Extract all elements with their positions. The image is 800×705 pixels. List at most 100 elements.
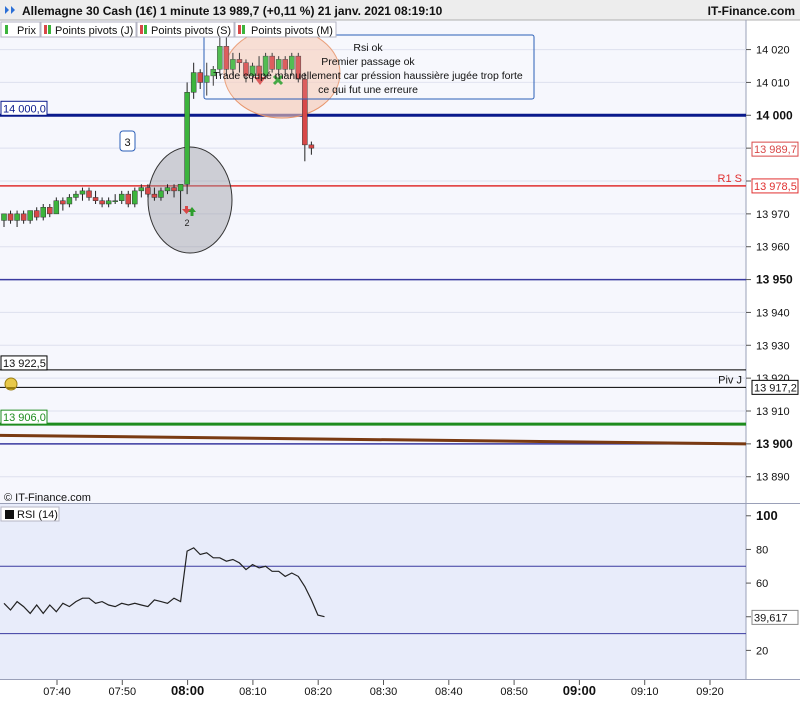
time-tick-label: 08:30 bbox=[370, 686, 398, 698]
candle-body bbox=[145, 187, 151, 195]
price-y-tick-label: 13 900 bbox=[756, 437, 793, 451]
candle-body bbox=[138, 187, 145, 192]
rsi-color-swatch bbox=[5, 510, 14, 519]
candle-body bbox=[171, 187, 177, 192]
candle-body bbox=[27, 210, 33, 221]
tab-label: Points pivots (J) bbox=[55, 25, 133, 37]
candle-body bbox=[60, 200, 66, 205]
candle-body bbox=[308, 144, 315, 149]
chart-window: Allemagne 30 Cash (1€) 1 minute 13 989,7… bbox=[0, 0, 800, 700]
level-label: R1 S bbox=[718, 173, 742, 185]
level-tag-value: 13 922,5 bbox=[3, 358, 46, 370]
candle-body bbox=[47, 207, 53, 215]
time-tick-label: 09:00 bbox=[563, 683, 596, 698]
candle-body bbox=[197, 72, 203, 83]
candle-body bbox=[14, 213, 20, 221]
bell-icon[interactable] bbox=[4, 377, 18, 391]
price-y-tick-label: 14 010 bbox=[756, 77, 790, 89]
candle-icon bbox=[242, 25, 245, 34]
candle-body bbox=[177, 184, 184, 192]
rsi-y-tick-label: 100 bbox=[756, 508, 778, 523]
candle-body bbox=[92, 197, 99, 201]
price-y-tick-label: 13 970 bbox=[756, 209, 790, 221]
time-tick-label: 07:50 bbox=[109, 686, 137, 698]
time-tick-label: 08:00 bbox=[171, 683, 204, 698]
candle-icon bbox=[48, 25, 51, 34]
tab-points-pivots-j[interactable]: Points pivots (J) bbox=[40, 21, 137, 38]
candle-body bbox=[112, 200, 118, 202]
candle-body bbox=[1, 213, 7, 221]
time-tick-label: 09:20 bbox=[696, 686, 724, 698]
copyright-label: © IT-Finance.com bbox=[4, 492, 91, 504]
candle-body bbox=[164, 187, 171, 192]
rsi-last-value: 39,617 bbox=[754, 612, 788, 624]
level-tag-value: 13 978,5 bbox=[754, 181, 797, 193]
level-tag-value: 13 906,0 bbox=[3, 412, 46, 424]
candle-body bbox=[79, 190, 86, 195]
tab-points-pivots-m[interactable]: Points pivots (M) bbox=[234, 21, 337, 38]
candle-body bbox=[125, 193, 132, 205]
price-y-tick-label: 13 960 bbox=[756, 242, 790, 254]
candle-icon bbox=[144, 25, 147, 34]
candle-body bbox=[66, 197, 73, 205]
candle-body bbox=[33, 210, 40, 218]
time-tick-label: 08:50 bbox=[500, 686, 528, 698]
marker-label-2: 2 bbox=[184, 218, 189, 228]
price-y-tick-label: 13 940 bbox=[756, 307, 790, 319]
tab-label: Prix bbox=[17, 25, 36, 37]
chart-title: Allemagne 30 Cash (1€) 1 minute 13 989,7… bbox=[22, 4, 443, 18]
time-tick-label: 09:10 bbox=[631, 686, 659, 698]
tab-points-pivots-s[interactable]: Points pivots (S) bbox=[136, 21, 235, 38]
time-tick-label: 08:20 bbox=[304, 686, 332, 698]
price-y-tick-label: 14 020 bbox=[756, 45, 790, 57]
candle-body bbox=[99, 200, 105, 205]
candle-body bbox=[20, 213, 27, 221]
candle-body bbox=[132, 190, 138, 205]
time-tick-label: 07:40 bbox=[43, 686, 71, 698]
brand-label: IT-Finance.com bbox=[708, 4, 795, 18]
rsi-legend[interactable]: RSI (14) bbox=[0, 506, 60, 522]
rsi-y-tick-label: 20 bbox=[756, 645, 768, 657]
last-price-tag: 13 989,7 bbox=[754, 144, 797, 156]
candle-icon bbox=[5, 25, 8, 34]
rsi-legend-label: RSI (14) bbox=[17, 509, 58, 521]
price-y-tick-label: 13 890 bbox=[756, 472, 790, 484]
level-label: Piv J bbox=[718, 374, 742, 386]
candle-body bbox=[53, 200, 60, 215]
price-y-tick-label: 13 930 bbox=[756, 340, 790, 352]
price-y-tick-label: 13 910 bbox=[756, 406, 790, 418]
annotation-label-3: 3 bbox=[124, 137, 130, 149]
rsi-y-tick-label: 60 bbox=[756, 578, 768, 590]
candle-icon bbox=[140, 25, 143, 34]
legend-tabs: Prix Points pivots (J) Points pivots (S)… bbox=[0, 21, 337, 38]
price-y-tick-label: 14 000 bbox=[756, 108, 793, 122]
candle-body bbox=[151, 193, 158, 198]
price-y-tick-label: 13 950 bbox=[756, 273, 793, 287]
rsi-y-tick-label: 80 bbox=[756, 544, 768, 556]
price-candle bbox=[184, 82, 190, 195]
annotation-line: Rsi ok bbox=[353, 42, 383, 54]
chart-canvas: Allemagne 30 Cash (1€) 1 minute 13 989,7… bbox=[0, 0, 800, 700]
candle-icon bbox=[238, 25, 241, 34]
candle-body bbox=[184, 92, 190, 185]
candle-icon bbox=[44, 25, 47, 34]
time-tick-label: 08:40 bbox=[435, 686, 463, 698]
level-tag-value: 13 917,2 bbox=[754, 382, 797, 394]
candle-body bbox=[40, 207, 46, 218]
candle-body bbox=[118, 193, 125, 201]
candle-body bbox=[86, 190, 92, 198]
candle-body bbox=[73, 193, 79, 198]
tab-label: Points pivots (M) bbox=[251, 25, 333, 37]
rsi-pane-background bbox=[0, 504, 746, 679]
annotation-line: ce qui fut une erreure bbox=[318, 84, 418, 96]
candle-body bbox=[7, 213, 14, 221]
tab-label: Points pivots (S) bbox=[151, 25, 231, 37]
tab-prix[interactable]: Prix bbox=[0, 21, 41, 38]
candle-body bbox=[190, 72, 197, 93]
candle-body bbox=[158, 190, 164, 198]
time-tick-label: 08:10 bbox=[239, 686, 267, 698]
candle-body bbox=[105, 200, 112, 205]
annotation-line: Premier passage ok bbox=[321, 56, 415, 68]
level-tag-value: 14 000,0 bbox=[3, 103, 46, 115]
annotation-line: Trade coupé manuellement car préssion ha… bbox=[213, 70, 523, 82]
